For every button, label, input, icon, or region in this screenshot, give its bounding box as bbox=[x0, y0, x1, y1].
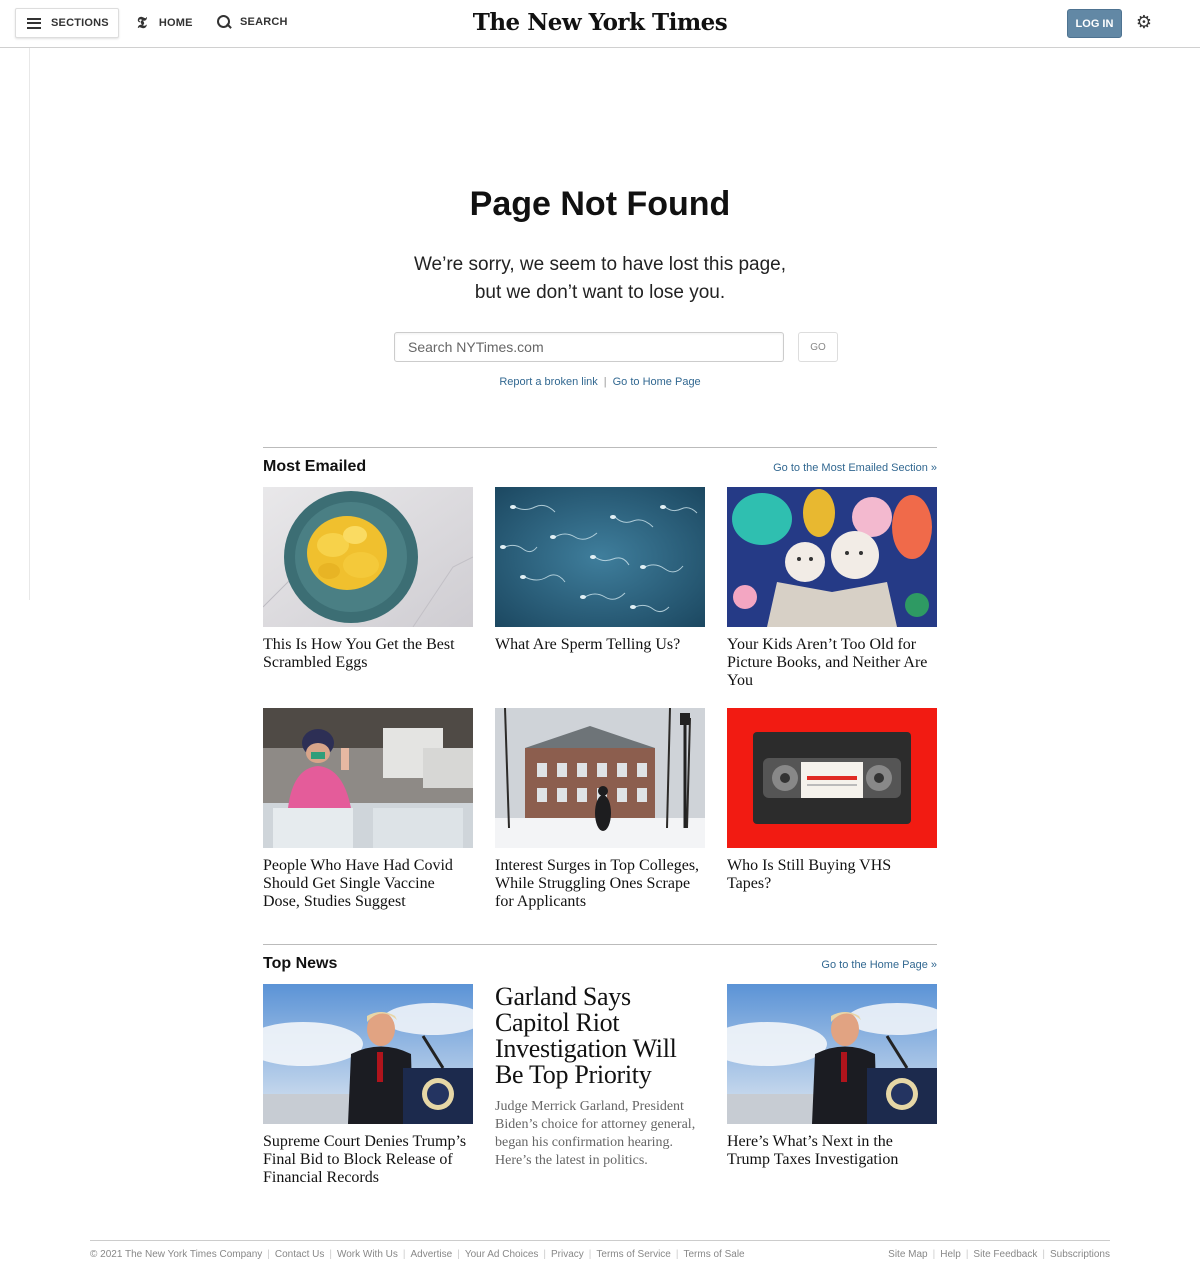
footer-link-subscriptions[interactable]: Subscriptions bbox=[1050, 1249, 1110, 1260]
report-broken-link[interactable]: Report a broken link bbox=[499, 376, 597, 388]
footer-link-ad-choices[interactable]: Your Ad Choices bbox=[465, 1249, 539, 1260]
footer-link-privacy[interactable]: Privacy bbox=[551, 1249, 584, 1260]
most-emailed-section-link[interactable]: Go to the Most Emailed Section » bbox=[773, 462, 937, 474]
footer-link-site-map[interactable]: Site Map bbox=[888, 1249, 927, 1260]
footer-link-terms-of-sale[interactable]: Terms of Sale bbox=[683, 1249, 744, 1260]
footer-link-contact-us[interactable]: Contact Us bbox=[275, 1249, 324, 1260]
footer: © 2021 The New York Times Company | Contac… bbox=[90, 1249, 1110, 1260]
search-input[interactable] bbox=[394, 332, 784, 362]
not-found-links: Report a broken link | Go to Home Page bbox=[0, 376, 1200, 388]
most-emailed-item[interactable]: People Who Have Had Covid Should Get Sin… bbox=[263, 708, 473, 911]
most-emailed-heading: Most Emailed bbox=[263, 458, 367, 475]
footer-link-help[interactable]: Help bbox=[940, 1249, 961, 1260]
masthead: SECTIONS 𝕿 HOME SEARCH The New York Time… bbox=[0, 0, 1200, 48]
footer-right: Site Map | Help | Site Feedback | Subscription… bbox=[888, 1249, 1110, 1260]
footer-link-site-feedback[interactable]: Site Feedback bbox=[973, 1249, 1037, 1260]
trump-podium-photo bbox=[263, 984, 473, 1124]
footer-divider bbox=[90, 1240, 1110, 1241]
copyright: © 2021 The New York Times Company bbox=[90, 1249, 263, 1260]
most-emailed-item[interactable]: Who Is Still Buying VHS Tapes? bbox=[727, 708, 937, 893]
most-emailed-item[interactable]: This Is How You Get the Best Scrambled E… bbox=[263, 487, 473, 672]
top-news-section-link[interactable]: Go to the Home Page » bbox=[821, 959, 937, 971]
side-rail bbox=[0, 48, 30, 600]
go-button[interactable]: GO bbox=[798, 332, 838, 362]
sperm-image bbox=[495, 487, 705, 627]
trump-podium-photo bbox=[727, 984, 937, 1124]
lead-headline: Garland Says Capitol Riot Investigation … bbox=[495, 982, 677, 1089]
section-divider bbox=[263, 944, 937, 945]
footer-link-advertise[interactable]: Advertise bbox=[411, 1249, 453, 1260]
most-emailed-item[interactable]: Your Kids Aren’t Too Old for Picture Boo… bbox=[727, 487, 937, 690]
not-found-message-line-2: but we don’t want to lose you. bbox=[474, 282, 726, 303]
item-headline: Interest Surges in Top Colleges, While S… bbox=[495, 857, 700, 910]
footer-link-work-with-us[interactable]: Work With Us bbox=[337, 1249, 398, 1260]
lead-summary: Judge Merrick Garland, President Biden’s… bbox=[495, 1099, 696, 1168]
item-headline: This Is How You Get the Best Scrambled E… bbox=[263, 636, 455, 671]
top-news-heading: Top News bbox=[263, 955, 338, 972]
item-headline: What Are Sperm Telling Us? bbox=[495, 636, 681, 653]
gear-icon[interactable]: ⚙ bbox=[1135, 14, 1153, 32]
most-emailed-item[interactable]: What Are Sperm Telling Us? bbox=[495, 487, 705, 654]
page-title: Page Not Found bbox=[469, 185, 731, 223]
top-news-lead-story[interactable]: Garland Says Capitol Riot Investigation … bbox=[495, 984, 705, 1170]
footer-link-terms-of-service[interactable]: Terms of Service bbox=[596, 1249, 670, 1260]
most-emailed-item[interactable]: Interest Surges in Top Colleges, While S… bbox=[495, 708, 705, 911]
link-separator: | bbox=[603, 376, 607, 388]
top-news-item[interactable]: Here’s What’s Next in the Trump Taxes In… bbox=[727, 984, 937, 1169]
scrambled-eggs-image bbox=[263, 487, 473, 627]
footer-left: © 2021 The New York Times Company | Contac… bbox=[90, 1249, 745, 1260]
picture-books-illustration bbox=[727, 487, 937, 627]
college-campus-photo bbox=[495, 708, 705, 848]
vhs-tape-photo bbox=[727, 708, 937, 848]
item-headline: Who Is Still Buying VHS Tapes? bbox=[727, 857, 892, 892]
nyt-logo[interactable]: The New York Times bbox=[0, 9, 1200, 36]
top-news-item[interactable]: Supreme Court Denies Trump’s Final Bid t… bbox=[263, 984, 473, 1187]
not-found-message-line-1: We’re sorry, we seem to have lost this p… bbox=[413, 254, 787, 275]
login-button[interactable]: LOG IN bbox=[1067, 9, 1122, 38]
item-headline: People Who Have Had Covid Should Get Sin… bbox=[263, 857, 453, 910]
go-to-home-page-link[interactable]: Go to Home Page bbox=[613, 376, 701, 388]
section-divider bbox=[263, 447, 937, 448]
item-headline: Your Kids Aren’t Too Old for Picture Boo… bbox=[727, 636, 928, 689]
item-headline: Supreme Court Denies Trump’s Final Bid t… bbox=[263, 1133, 467, 1186]
item-headline: Here’s What’s Next in the Trump Taxes In… bbox=[727, 1133, 899, 1168]
vaccine-worker-photo bbox=[263, 708, 473, 848]
